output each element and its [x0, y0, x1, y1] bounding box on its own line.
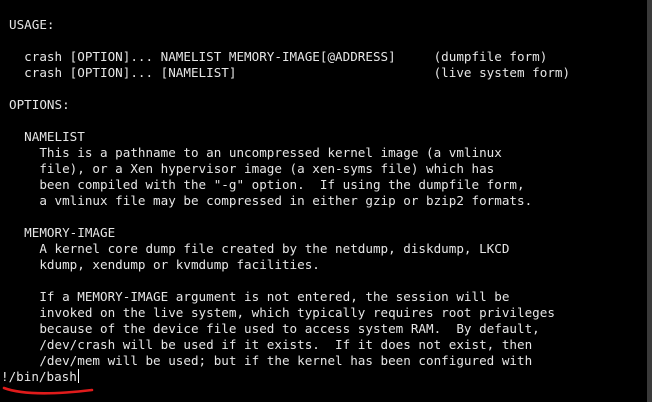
memory-image-desc-2: kdump, xendump or kvmdump facilities. [9, 257, 320, 272]
command-input[interactable]: !/bin/bash [1, 369, 77, 384]
memory-image-desc-5: because of the device file used to acces… [9, 321, 540, 336]
option-memory-image: MEMORY-IMAGE [9, 225, 116, 240]
options-heading: OPTIONS: [9, 97, 70, 112]
memory-image-desc-1: A kernel core dump file created by the n… [9, 241, 510, 256]
usage-line-live: crash [OPTION]... [NAMELIST] (live syste… [9, 65, 571, 80]
namelist-desc-4: a vmlinux file may be compressed in eith… [9, 193, 533, 208]
memory-image-desc-7: /dev/mem will be used; but if the kernel… [9, 353, 533, 368]
usage-line-dumpfile: crash [OPTION]... NAMELIST MEMORY-IMAGE[… [9, 49, 548, 64]
memory-image-desc-4: invoked on the live system, which typica… [9, 305, 555, 320]
usage-heading: USAGE: [9, 17, 55, 32]
window-edge [647, 0, 652, 402]
memory-image-desc-6: /dev/crash will be used if it exists. If… [9, 337, 533, 352]
memory-image-desc-3: If a MEMORY-IMAGE argument is not entere… [9, 289, 510, 304]
terminal-window[interactable]: USAGE: crash [OPTION]... NAMELIST MEMORY… [0, 0, 652, 402]
namelist-desc-1: This is a pathname to an uncompressed ke… [9, 145, 502, 160]
command-prompt-line[interactable]: !/bin/bash [1, 369, 79, 385]
red-underline-mark [2, 386, 94, 395]
option-namelist: NAMELIST [9, 129, 85, 144]
text-cursor [77, 369, 79, 383]
namelist-desc-2: file), or a Xen hypervisor image (a xen-… [9, 161, 495, 176]
namelist-desc-3: been compiled with the "-g" option. If u… [9, 177, 525, 192]
